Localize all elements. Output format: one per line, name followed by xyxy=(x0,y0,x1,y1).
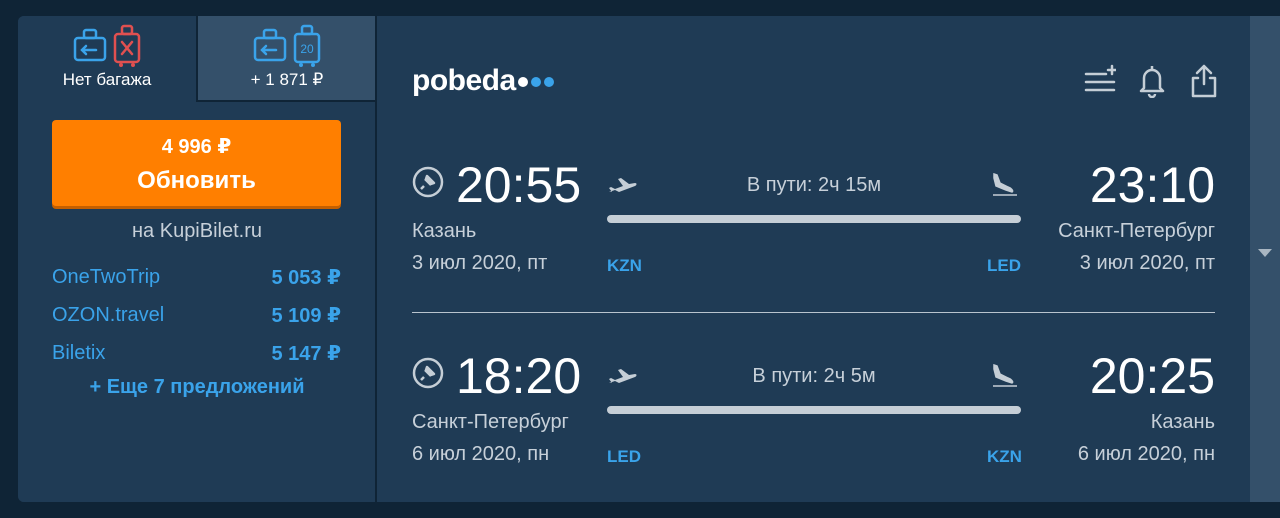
update-button[interactable]: 4 996 ₽ Обновить xyxy=(52,120,341,206)
landing-icon xyxy=(993,172,1017,196)
hand-luggage-icon xyxy=(73,28,107,62)
arrival-date: 3 июл 2020, пт xyxy=(1079,252,1215,274)
baggage-20kg-icon: 20 xyxy=(293,24,321,67)
no-baggage-icon xyxy=(113,24,141,67)
tab-no-baggage[interactable]: Нет багажа xyxy=(18,16,196,102)
chevron-down-icon[interactable] xyxy=(1258,249,1272,257)
add-filter-icon[interactable] xyxy=(1084,62,1116,98)
offer-row[interactable]: OZON.travel 5 109 ₽ xyxy=(52,296,341,334)
departure-date: 3 июл 2020, пт xyxy=(412,252,548,274)
arrival-time: 20:25 xyxy=(1089,348,1215,404)
tab-with-baggage[interactable]: 20 + 1 871 ₽ xyxy=(196,16,376,102)
departure-airport-code: KZN xyxy=(607,256,642,275)
pin-icon[interactable] xyxy=(412,166,444,198)
flight-segment[interactable]: 18:20 20:25 В пути: 2ч 5м Санкт-Петербур… xyxy=(412,343,1215,483)
flight-segment[interactable]: 20:55 23:10 В пути: 2ч 15м Казань Санкт-… xyxy=(412,152,1215,292)
arrival-date: 6 июл 2020, пн xyxy=(1077,443,1215,465)
offer-price[interactable]: 5 109 ₽ xyxy=(271,303,341,328)
logo-dots xyxy=(517,77,554,88)
arrival-airport-code: LED xyxy=(987,256,1021,275)
airline-logo: pobeda xyxy=(412,64,554,98)
share-icon[interactable] xyxy=(1188,62,1220,98)
flight-divider xyxy=(412,312,1215,313)
offer-row[interactable]: Biletix 5 147 ₽ xyxy=(52,334,341,372)
offer-name[interactable]: Biletix xyxy=(52,342,105,365)
pin-icon[interactable] xyxy=(412,357,444,389)
offer-name[interactable]: OZON.travel xyxy=(52,304,164,327)
route-bar xyxy=(607,406,1021,414)
departure-airport-code: LED xyxy=(607,447,641,466)
offer-price[interactable]: 5 147 ₽ xyxy=(271,341,341,366)
flight-duration: В пути: 2ч 15м xyxy=(746,174,882,196)
expand-strip[interactable] xyxy=(1250,16,1280,502)
arrival-city: Казань xyxy=(1150,411,1215,433)
offer-name[interactable]: OneTwoTrip xyxy=(52,266,160,289)
landing-icon xyxy=(993,363,1017,387)
arrival-airport-code: KZN xyxy=(987,447,1022,466)
route-bar xyxy=(607,215,1021,223)
offer-row[interactable]: OneTwoTrip 5 053 ₽ xyxy=(52,258,341,296)
svg-text:20: 20 xyxy=(300,42,314,56)
arrival-time: 23:10 xyxy=(1089,157,1215,213)
update-label: Обновить xyxy=(137,167,256,194)
offer-price[interactable]: 5 053 ₽ xyxy=(271,265,341,290)
flight-duration: В пути: 2ч 5м xyxy=(752,365,876,387)
departure-time: 18:20 xyxy=(456,348,582,404)
offers-list: OneTwoTrip 5 053 ₽ OZON.travel 5 109 ₽ B… xyxy=(52,258,341,372)
update-price: 4 996 ₽ xyxy=(161,136,232,158)
price-panel: Нет багажа 20 + 1 871 ₽ 4 996 ₽ Обновить… xyxy=(18,16,376,502)
departure-city: Санкт-Петербург xyxy=(412,411,569,433)
flight-details: pobeda 20:55 23:10 В пути: 2ч 15м Казань… xyxy=(377,16,1250,502)
toolbar xyxy=(1084,62,1220,98)
ticket-card: Нет багажа 20 + 1 871 ₽ 4 996 ₽ Обновить… xyxy=(18,16,1280,502)
bell-icon[interactable] xyxy=(1136,62,1168,98)
more-offers-link[interactable]: + Еще 7 предложений xyxy=(18,376,376,399)
provider-text: на KupiBilet.ru xyxy=(132,220,262,242)
departure-city: Казань xyxy=(412,220,477,242)
hand-luggage-icon xyxy=(253,28,287,62)
departure-date: 6 июл 2020, пн xyxy=(412,443,550,465)
arrival-city: Санкт-Петербург xyxy=(1058,220,1215,242)
departure-time: 20:55 xyxy=(456,157,582,213)
tab-label: Нет багажа xyxy=(62,70,152,89)
tab-label: + 1 871 ₽ xyxy=(250,70,324,89)
